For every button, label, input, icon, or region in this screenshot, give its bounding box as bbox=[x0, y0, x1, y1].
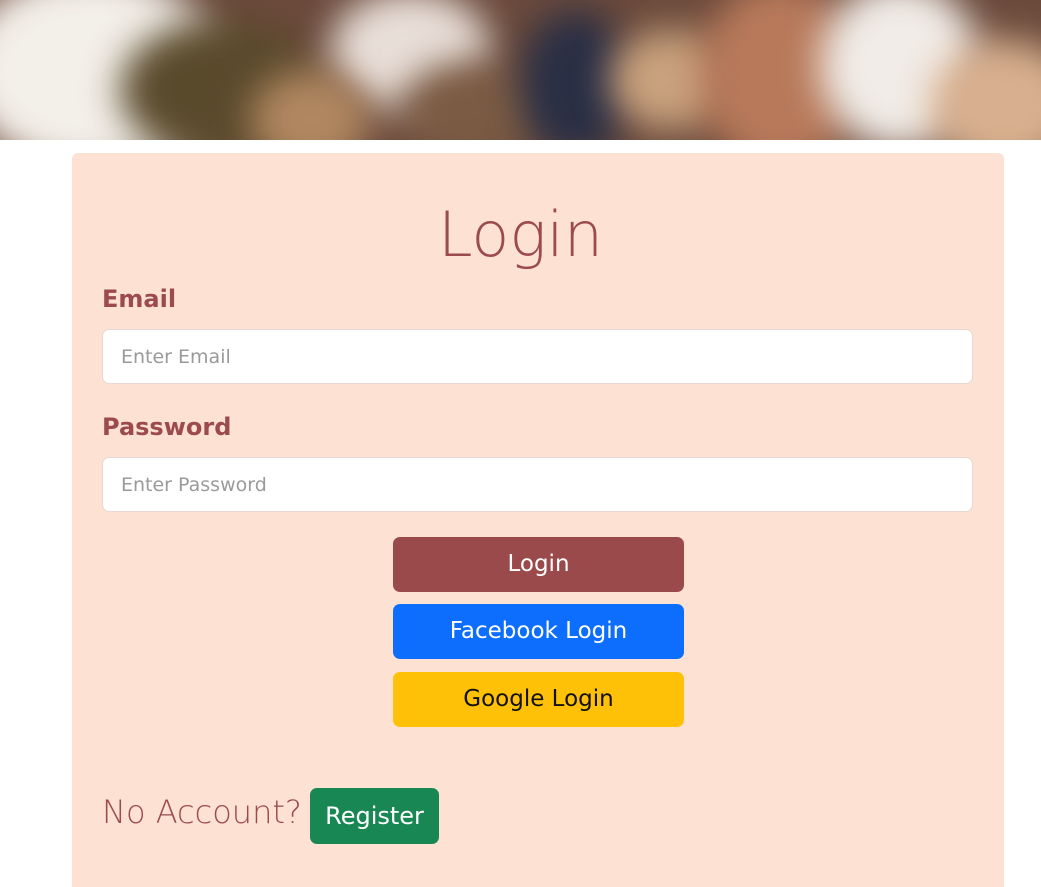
page-title: Login bbox=[437, 198, 604, 271]
register-button[interactable]: Register bbox=[310, 788, 439, 844]
password-field[interactable] bbox=[102, 457, 973, 512]
email-label: Email bbox=[102, 285, 177, 313]
google-login-button[interactable]: Google Login bbox=[393, 672, 684, 727]
password-label: Password bbox=[102, 413, 232, 441]
facebook-login-button[interactable]: Facebook Login bbox=[393, 604, 684, 659]
email-field[interactable] bbox=[102, 329, 973, 384]
no-account-text: No Account? bbox=[102, 793, 302, 831]
hero-banner-image bbox=[0, 0, 1041, 140]
login-button[interactable]: Login bbox=[393, 537, 684, 592]
